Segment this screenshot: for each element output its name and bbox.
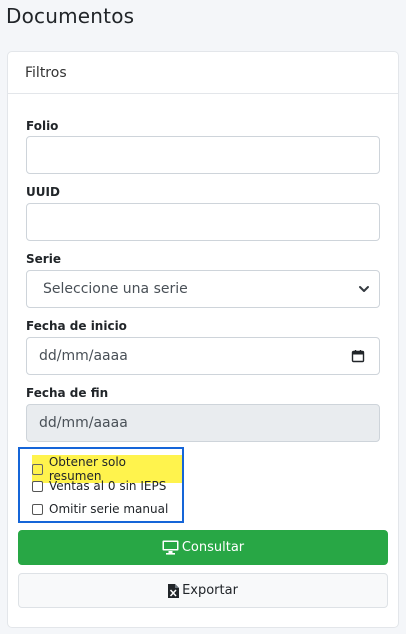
- checkbox-label: Omitir serie manual: [49, 502, 169, 516]
- checkbox-box[interactable]: [32, 480, 43, 492]
- options-checkbox-group: Obtener solo resumen Ventas al 0 sin IEP…: [18, 447, 184, 523]
- filters-header-label: Filtros: [25, 64, 67, 81]
- folio-label: Folio: [26, 119, 59, 133]
- filters-header: Filtros: [8, 52, 398, 94]
- checkbox-box[interactable]: [32, 503, 43, 515]
- fecha-fin-placeholder: dd/mm/aaaa: [39, 415, 128, 431]
- filters-card: Filtros Folio UUID Serie Seleccione una …: [7, 51, 399, 628]
- checkbox-label: Ventas al 0 sin IEPS: [49, 479, 167, 493]
- checkbox-box[interactable]: [32, 463, 43, 475]
- checkbox-omitir-serie-manual[interactable]: Omitir serie manual: [32, 502, 168, 516]
- fecha-inicio-input[interactable]: dd/mm/aaaa: [26, 337, 380, 375]
- fecha-inicio-label: Fecha de inicio: [26, 319, 127, 333]
- serie-label: Serie: [26, 252, 61, 266]
- fecha-fin-input[interactable]: dd/mm/aaaa: [26, 404, 380, 442]
- fecha-fin-label: Fecha de fin: [26, 386, 109, 400]
- exportar-button[interactable]: Exportar: [18, 573, 388, 608]
- fecha-inicio-placeholder: dd/mm/aaaa: [39, 348, 128, 364]
- uuid-input[interactable]: [26, 203, 380, 241]
- consultar-label: Consultar: [181, 540, 245, 555]
- monitor-icon: [162, 540, 179, 555]
- folio-input[interactable]: [26, 136, 380, 174]
- page-title: Documentos: [6, 4, 135, 28]
- serie-select[interactable]: Seleccione una serie: [26, 270, 380, 308]
- checkbox-ventas-sin-ieps[interactable]: Ventas al 0 sin IEPS: [32, 479, 166, 493]
- exportar-label: Exportar: [182, 583, 238, 598]
- serie-selected: Seleccione una serie: [43, 281, 188, 297]
- consultar-button[interactable]: Consultar: [18, 530, 388, 565]
- uuid-label: UUID: [26, 185, 60, 199]
- excel-file-icon: [168, 583, 180, 598]
- calendar-icon[interactable]: [351, 349, 365, 363]
- chevron-down-icon: [359, 286, 369, 292]
